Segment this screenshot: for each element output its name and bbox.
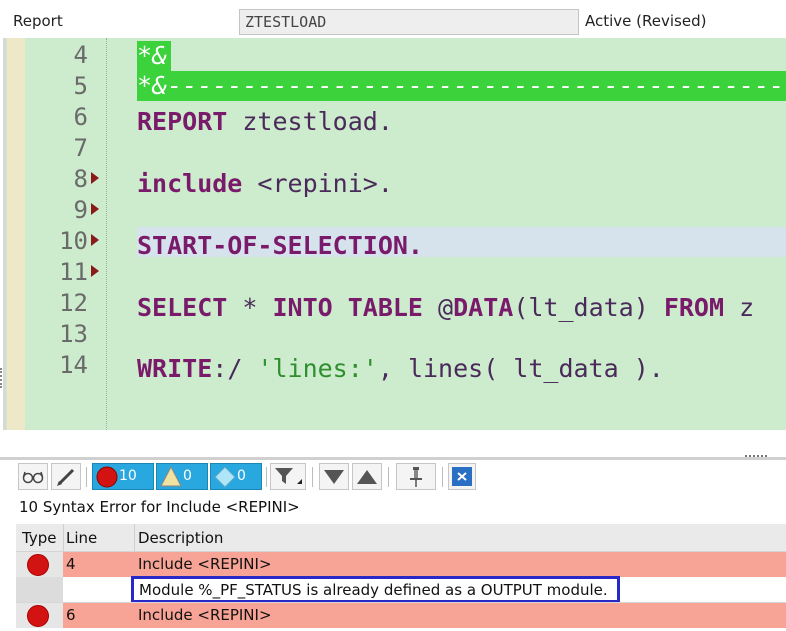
pencil-icon — [57, 468, 75, 486]
line-number: 10 — [59, 227, 88, 255]
sort-descending-button[interactable] — [319, 463, 349, 490]
code-keyword: INTO TABLE — [272, 293, 423, 322]
code-line-5: *&--------------------------------------… — [137, 71, 786, 100]
error-detail-text: Module %_PF_STATUS is already defined as… — [139, 581, 608, 599]
splitter-grip-icon[interactable] — [745, 455, 767, 458]
error-marker-icon[interactable] — [91, 234, 99, 246]
error-icon — [27, 554, 49, 576]
pin-icon — [410, 467, 422, 487]
sort-desc-icon — [324, 470, 344, 484]
pane-splitter[interactable] — [0, 431, 786, 463]
column-header-description[interactable]: Description — [138, 529, 223, 547]
message-toolbar: 10 0 0 — [16, 463, 786, 492]
description-cell: Include <REPINI> — [138, 555, 272, 573]
code-editor[interactable]: *& *&-----------------------------------… — [0, 38, 786, 431]
line-number: 4 — [73, 41, 88, 69]
code-text: z — [724, 293, 755, 322]
code-keyword: WRITE — [137, 354, 213, 383]
code-line-8: include <repini>. — [137, 169, 393, 198]
warnings-filter-button[interactable]: 0 — [156, 463, 208, 490]
errors-count: 10 — [119, 468, 137, 484]
description-cell: Include <REPINI> — [138, 606, 272, 624]
program-name-field[interactable]: ZTESTLOAD — [239, 9, 579, 35]
code-text: :/ — [212, 354, 258, 383]
code-text: (lt_data) — [513, 293, 664, 322]
line-number: 6 — [73, 103, 88, 131]
splitter-bar[interactable] — [0, 457, 786, 460]
toolbar-separator — [86, 467, 87, 487]
table-row[interactable]: 6 Include <REPINI> — [16, 603, 786, 628]
code-text: , lines( lt_data ). — [377, 354, 664, 383]
info-count: 0 — [237, 468, 246, 484]
sort-ascending-button[interactable] — [352, 463, 382, 490]
close-pane-button[interactable] — [448, 463, 476, 490]
glasses-icon — [22, 471, 44, 484]
code-keyword: REPORT — [137, 107, 228, 136]
toolbar-separator — [388, 467, 389, 487]
code-keyword: include — [137, 169, 243, 198]
code-line-10: START-OF-SELECTION. — [137, 231, 423, 260]
program-status-label: Active (Revised) — [585, 12, 707, 30]
warnings-count: 0 — [183, 468, 192, 484]
code-line-14: WRITE:/ 'lines:', lines( lt_data ). — [137, 354, 664, 383]
code-keyword: FROM — [663, 293, 725, 322]
filter-icon — [275, 468, 302, 484]
edit-button[interactable] — [51, 463, 81, 490]
warning-filter-icon — [160, 465, 182, 487]
line-number: 11 — [59, 258, 88, 286]
display-button[interactable] — [18, 463, 48, 490]
errors-filter-button[interactable]: 10 — [92, 463, 154, 490]
error-detail-highlight: Module %_PF_STATUS is already defined as… — [131, 576, 620, 603]
code-text: ztestload. — [227, 107, 393, 136]
code-keyword: START-OF-SELECTION. — [137, 231, 423, 260]
code-text: * — [227, 293, 273, 322]
pin-button[interactable] — [396, 463, 436, 490]
type-cell — [16, 552, 63, 577]
gutter-divider — [106, 38, 107, 430]
error-icon — [27, 605, 49, 627]
line-number: 14 — [59, 351, 88, 379]
line-number: 13 — [59, 320, 88, 348]
error-marker-icon[interactable] — [91, 265, 99, 277]
error-marker-icon[interactable] — [91, 172, 99, 184]
column-separator — [134, 524, 135, 552]
line-number: 9 — [73, 196, 88, 224]
object-type-label: Report — [13, 12, 63, 30]
code-string: 'lines:' — [257, 354, 378, 383]
table-row[interactable]: 4 Include <REPINI> — [16, 552, 786, 577]
code-keyword: SELECT — [137, 293, 228, 322]
code-line-6: REPORT ztestload. — [137, 107, 393, 136]
line-cell: 4 — [66, 555, 76, 573]
code-keyword: DATA — [453, 293, 514, 322]
error-marker-icon[interactable] — [91, 203, 99, 215]
type-cell — [16, 577, 63, 602]
toolbar-separator — [312, 467, 313, 487]
close-icon — [452, 467, 472, 486]
messages-title: 10 Syntax Error for Include <REPINI> — [19, 498, 300, 516]
filter-button[interactable] — [270, 463, 306, 490]
code-line-12: SELECT * INTO TABLE @DATA(lt_data) FROM … — [137, 293, 786, 322]
code-line-4: *& — [137, 41, 168, 70]
line-number: 7 — [73, 134, 88, 162]
toolbar-separator — [266, 467, 267, 487]
messages-table-header: Type Line Description — [16, 524, 786, 552]
toolbar-separator — [442, 467, 443, 487]
code-text: @ — [422, 293, 454, 322]
column-header-line[interactable]: Line — [66, 529, 97, 547]
code-text: <repini>. — [242, 169, 393, 198]
type-cell — [16, 603, 63, 628]
error-filter-icon — [96, 466, 118, 488]
info-filter-icon — [214, 466, 236, 488]
line-number: 12 — [59, 289, 88, 317]
line-number: 5 — [73, 72, 88, 100]
line-number: 8 — [73, 165, 88, 193]
sort-asc-icon — [357, 470, 377, 484]
info-filter-button[interactable]: 0 — [210, 463, 262, 490]
program-header: Report ZTESTLOAD Active (Revised) — [0, 0, 786, 38]
line-cell: 6 — [66, 606, 76, 624]
column-header-type[interactable]: Type — [22, 529, 56, 547]
column-separator — [63, 524, 64, 552]
